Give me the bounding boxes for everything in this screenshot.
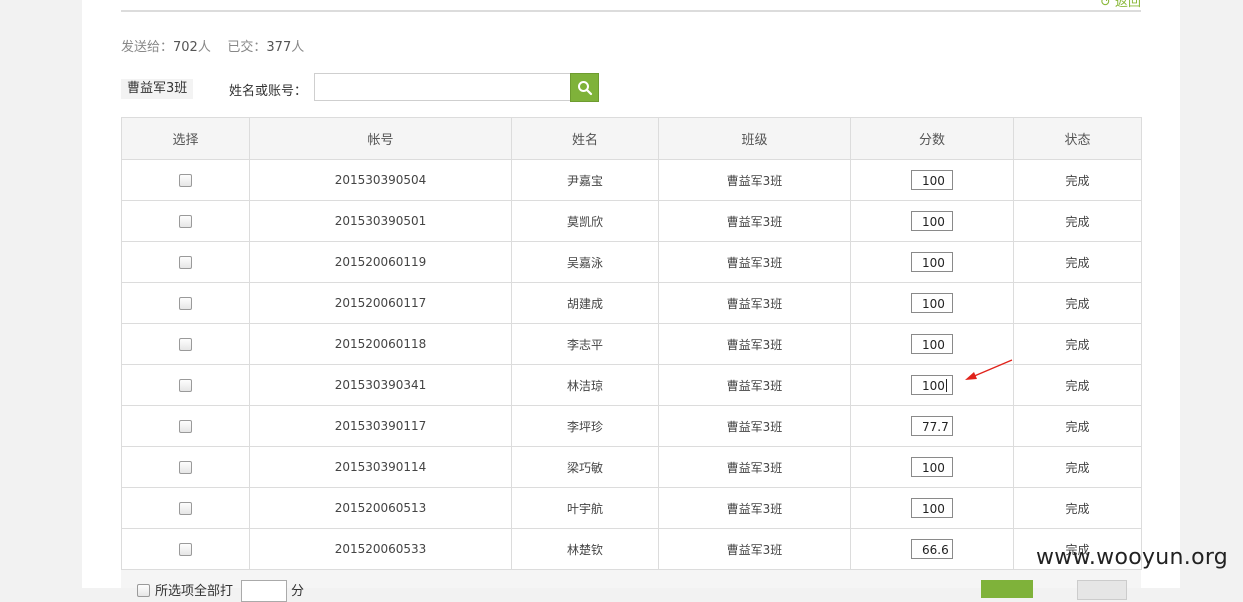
score-input[interactable]: 100 (911, 293, 953, 313)
row-checkbox[interactable] (179, 502, 192, 515)
score-input[interactable]: 100 (911, 498, 953, 518)
row-checkbox[interactable] (179, 338, 192, 351)
done-label: 已交： (227, 40, 267, 55)
table-row: 201530390117 李坪珍 曹益军3班 77.7 完成 (121, 405, 1142, 447)
status-cell: 完成 (1013, 200, 1142, 242)
account-cell: 201520060513 (249, 487, 512, 529)
status-cell: 完成 (1013, 446, 1142, 488)
watermark: www.wooyun.org (1036, 545, 1229, 570)
status-cell: 完成 (1013, 487, 1142, 529)
row-checkbox[interactable] (179, 461, 192, 474)
status-cell: 完成 (1013, 159, 1142, 201)
submission-stats: 发送给：702人 已交：377人 (121, 36, 304, 55)
bulk-score-unit: 分 (291, 584, 305, 599)
account-cell: 201520060533 (249, 528, 512, 570)
score-input[interactable]: 100 (911, 211, 953, 231)
account-cell: 201530390341 (249, 364, 512, 406)
name-cell: 胡建成 (511, 282, 659, 324)
row-checkbox[interactable] (179, 379, 192, 392)
class-cell: 曹益军3班 (658, 364, 851, 406)
status-cell: 完成 (1013, 241, 1142, 283)
score-table: 选择 帐号 姓名 班级 分数 状态 201530390504 尹嘉宝 曹益军3班… (121, 117, 1142, 570)
col-header-name: 姓名 (511, 117, 659, 160)
class-cell: 曹益军3班 (658, 405, 851, 447)
row-checkbox[interactable] (179, 420, 192, 433)
col-header-class: 班级 (658, 117, 851, 160)
score-input[interactable]: 100 (911, 334, 953, 354)
bulk-score-label: 所选项全部打 (155, 584, 234, 599)
bulk-score-bar: 所选项全部打 分 (121, 570, 1141, 602)
account-cell: 201530390504 (249, 159, 512, 201)
annotation-arrow-icon (965, 359, 1013, 380)
back-link-label[interactable]: 返回 (1115, 0, 1141, 10)
row-checkbox[interactable] (179, 215, 192, 228)
name-cell: 林洁琼 (511, 364, 659, 406)
table-row: 201530390114 梁巧敏 曹益军3班 100 完成 (121, 446, 1142, 488)
account-cell: 201530390114 (249, 446, 512, 488)
table-row: 201530390504 尹嘉宝 曹益军3班 100 完成 (121, 159, 1142, 201)
row-checkbox[interactable] (179, 543, 192, 556)
row-checkbox[interactable] (179, 174, 192, 187)
class-filter-tag[interactable]: 曹益军3班 (121, 79, 194, 99)
sent-label: 发送给： (121, 40, 174, 55)
class-cell: 曹益军3班 (658, 528, 851, 570)
status-cell: 完成 (1013, 282, 1142, 324)
done-unit: 人 (291, 40, 305, 55)
name-cell: 李志平 (511, 323, 659, 365)
score-input[interactable]: 66.6 (911, 539, 953, 559)
class-cell: 曹益军3班 (658, 282, 851, 324)
class-cell: 曹益军3班 (658, 159, 851, 201)
name-cell: 林楚钦 (511, 528, 659, 570)
table-row: 201520060119 吴嘉泳 曹益军3班 100 完成 (121, 241, 1142, 283)
search-input[interactable] (314, 73, 570, 101)
col-header-account: 帐号 (249, 117, 512, 160)
account-cell: 201520060118 (249, 323, 512, 365)
sent-unit: 人 (197, 40, 211, 55)
score-input[interactable]: 77.7 (911, 416, 953, 436)
table-row: 201520060117 胡建成 曹益军3班 100 完成 (121, 282, 1142, 324)
table-row: 201520060533 林楚钦 曹益军3班 66.6 完成 (121, 528, 1142, 570)
class-cell: 曹益军3班 (658, 241, 851, 283)
score-input[interactable]: 100 (911, 457, 953, 477)
table-row: 201530390501 莫凯欣 曹益军3班 100 完成 (121, 200, 1142, 242)
cancel-button[interactable] (1077, 580, 1127, 600)
name-cell: 叶宇航 (511, 487, 659, 529)
status-cell: 完成 (1013, 364, 1142, 406)
sent-count: 702 (173, 40, 198, 55)
col-header-select: 选择 (121, 117, 250, 160)
score-input-focused[interactable]: 100 (911, 375, 953, 395)
status-cell: 完成 (1013, 323, 1142, 365)
account-cell: 201530390501 (249, 200, 512, 242)
name-cell: 吴嘉泳 (511, 241, 659, 283)
select-all-checkbox[interactable] (137, 584, 150, 597)
name-cell: 莫凯欣 (511, 200, 659, 242)
name-cell: 尹嘉宝 (511, 159, 659, 201)
col-header-status: 状态 (1013, 117, 1142, 160)
name-cell: 梁巧敏 (511, 446, 659, 488)
account-cell: 201520060119 (249, 241, 512, 283)
class-cell: 曹益军3班 (658, 487, 851, 529)
search-label: 姓名或账号： (229, 84, 308, 99)
score-input[interactable]: 100 (911, 170, 953, 190)
class-cell: 曹益军3班 (658, 200, 851, 242)
table-header-row: 选择 帐号 姓名 班级 分数 状态 (121, 117, 1142, 160)
class-cell: 曹益军3班 (658, 323, 851, 365)
back-link[interactable]: ↺ 返回 (1100, 0, 1141, 10)
submit-button[interactable] (981, 580, 1033, 598)
col-header-score[interactable]: 分数 (850, 117, 1014, 160)
account-cell: 201530390117 (249, 405, 512, 447)
table-row: 201520060513 叶宇航 曹益军3班 100 完成 (121, 487, 1142, 529)
score-input[interactable]: 100 (911, 252, 953, 272)
search-button[interactable] (570, 73, 599, 102)
name-cell: 李坪珍 (511, 405, 659, 447)
divider (121, 10, 1141, 12)
row-checkbox[interactable] (179, 297, 192, 310)
row-checkbox[interactable] (179, 256, 192, 269)
status-cell: 完成 (1013, 405, 1142, 447)
bulk-score-input[interactable] (241, 580, 287, 602)
class-cell: 曹益军3班 (658, 446, 851, 488)
done-count: 377 (266, 40, 292, 55)
search-icon (578, 81, 593, 96)
account-cell: 201520060117 (249, 282, 512, 324)
